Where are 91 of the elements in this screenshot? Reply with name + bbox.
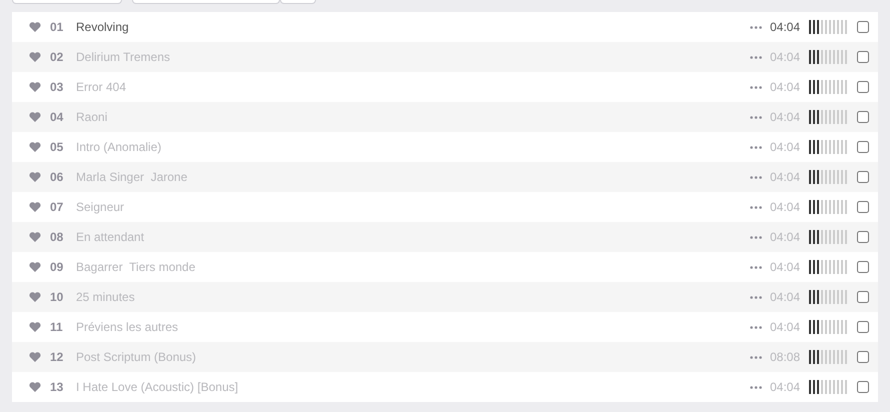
heart-icon[interactable] xyxy=(29,352,41,362)
more-icon[interactable] xyxy=(750,116,762,118)
heart-icon[interactable] xyxy=(29,322,41,332)
more-icon[interactable] xyxy=(750,56,762,58)
track-title: Post Scriptum (Bonus) xyxy=(76,350,196,364)
track-duration: 04:04 xyxy=(770,140,800,154)
more-icon[interactable] xyxy=(750,266,762,268)
track-number: 05 xyxy=(50,140,64,154)
track-duration: 04:04 xyxy=(770,80,800,94)
track-duration: 04:04 xyxy=(770,320,800,334)
track-title: Intro (Anomalie) xyxy=(76,140,162,154)
more-icon[interactable] xyxy=(750,26,762,28)
track-checkbox[interactable] xyxy=(857,351,869,363)
more-icon[interactable] xyxy=(750,386,762,388)
track-duration: 04:04 xyxy=(770,380,800,394)
track-number: 09 xyxy=(50,260,64,274)
more-icon[interactable] xyxy=(750,86,762,88)
heart-icon[interactable] xyxy=(29,142,41,152)
track-number: 02 xyxy=(50,50,64,64)
heart-icon[interactable] xyxy=(29,202,41,212)
track-duration: 04:04 xyxy=(770,170,800,184)
more-icon[interactable] xyxy=(750,356,762,358)
track-row[interactable]: 11 Préviens les autres 04:04 xyxy=(12,312,878,342)
track-number: 03 xyxy=(50,80,64,94)
track-number: 04 xyxy=(50,110,64,124)
track-number: 01 xyxy=(50,20,64,34)
track-number: 06 xyxy=(50,170,64,184)
track-number: 11 xyxy=(50,320,64,334)
track-checkbox[interactable] xyxy=(857,21,869,33)
track-row[interactable]: 07 Seigneur 04:04 xyxy=(12,192,878,222)
heart-icon[interactable] xyxy=(29,292,41,302)
track-title: Revolving xyxy=(76,20,129,34)
track-title: Error 404 xyxy=(76,80,126,94)
heart-icon[interactable] xyxy=(29,52,41,62)
track-duration: 04:04 xyxy=(770,110,800,124)
track-checkbox[interactable] xyxy=(857,141,869,153)
track-number: 08 xyxy=(50,230,64,244)
track-title: Marla Singer Jarone xyxy=(76,170,188,184)
track-title: Delirium Tremens xyxy=(76,50,170,64)
track-number: 12 xyxy=(50,350,64,364)
track-duration: 04:04 xyxy=(770,50,800,64)
track-checkbox[interactable] xyxy=(857,81,869,93)
track-checkbox[interactable] xyxy=(857,381,869,393)
track-duration: 08:08 xyxy=(770,350,800,364)
heart-icon[interactable] xyxy=(29,112,41,122)
track-title: Bagarrer Tiers monde xyxy=(76,260,196,274)
more-icon[interactable] xyxy=(750,296,762,298)
track-row[interactable]: 04 Raoni 04:04 xyxy=(12,102,878,132)
heart-icon[interactable] xyxy=(29,232,41,242)
track-title: Seigneur xyxy=(76,200,124,214)
track-checkbox[interactable] xyxy=(857,201,869,213)
track-checkbox[interactable] xyxy=(857,291,869,303)
track-duration: 04:04 xyxy=(770,260,800,274)
track-checkbox[interactable] xyxy=(857,51,869,63)
track-checkbox[interactable] xyxy=(857,321,869,333)
track-title: 25 minutes xyxy=(76,290,135,304)
track-row[interactable]: 06 Marla Singer Jarone 04:04 xyxy=(12,162,878,192)
track-row[interactable]: 01 Revolving 04:04 xyxy=(12,12,878,42)
track-row[interactable]: 02 Delirium Tremens 04:04 xyxy=(12,42,878,72)
heart-icon[interactable] xyxy=(29,172,41,182)
track-title: Raoni xyxy=(76,110,108,124)
track-duration: 04:04 xyxy=(770,20,800,34)
track-title: I Hate Love (Acoustic) [Bonus] xyxy=(76,380,238,394)
track-number: 10 xyxy=(50,290,64,304)
heart-icon[interactable] xyxy=(29,22,41,32)
track-row[interactable]: 05 Intro (Anomalie) 04:04 xyxy=(12,132,878,162)
more-icon[interactable] xyxy=(750,236,762,238)
track-number: 13 xyxy=(50,380,64,394)
more-icon[interactable] xyxy=(750,176,762,178)
track-checkbox[interactable] xyxy=(857,111,869,123)
track-checkbox[interactable] xyxy=(857,261,869,273)
heart-icon[interactable] xyxy=(29,82,41,92)
track-row[interactable]: 03 Error 404 04:04 xyxy=(12,72,878,102)
track-row[interactable]: 09 Bagarrer Tiers monde 04:04 xyxy=(12,252,878,282)
heart-icon[interactable] xyxy=(29,382,41,392)
track-duration: 04:04 xyxy=(770,200,800,214)
track-title: En attendant xyxy=(76,230,144,244)
more-icon[interactable] xyxy=(750,326,762,328)
track-row[interactable]: 08 En attendant 04:04 xyxy=(12,222,878,252)
track-duration: 04:04 xyxy=(770,290,800,304)
track-title: Préviens les autres xyxy=(76,320,178,334)
more-icon[interactable] xyxy=(750,206,762,208)
track-row[interactable]: 10 25 minutes 04:04 xyxy=(12,282,878,312)
track-number: 07 xyxy=(50,200,64,214)
more-icon[interactable] xyxy=(750,146,762,148)
track-duration: 04:04 xyxy=(770,230,800,244)
heart-icon[interactable] xyxy=(29,262,41,272)
track-checkbox[interactable] xyxy=(857,231,869,243)
track-row[interactable]: 13 I Hate Love (Acoustic) [Bonus] 04:04 xyxy=(12,372,878,402)
track-row[interactable]: 12 Post Scriptum (Bonus) 08:08 xyxy=(12,342,878,372)
track-checkbox[interactable] xyxy=(857,171,869,183)
